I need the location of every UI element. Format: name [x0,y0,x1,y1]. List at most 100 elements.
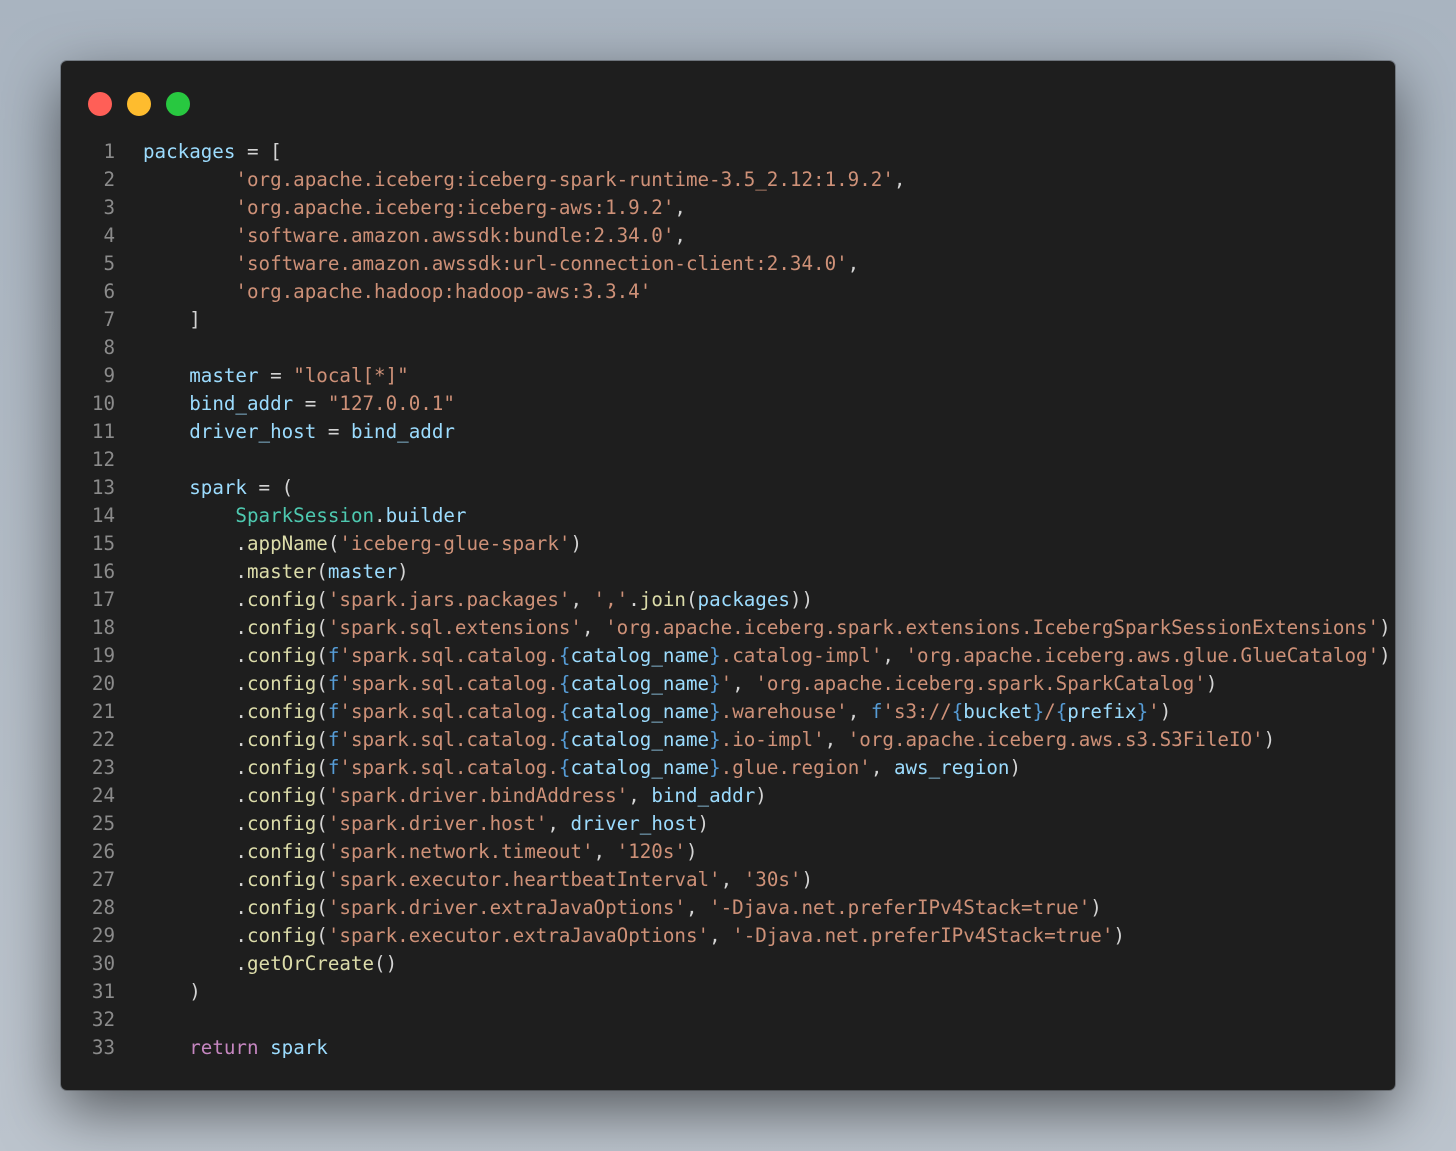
code-token: config [246,868,317,891]
line-number: 15 [91,532,115,555]
line-number: 14 [91,504,115,527]
code-line: 5 'software.amazon.awssdk:url-connection… [61,250,1395,278]
code-token: '30s' [743,868,802,891]
code-token: / [1044,700,1056,723]
code-token: "local[*]" [293,364,409,387]
code-token: )) [789,588,814,611]
line-number: 21 [91,700,115,723]
code-token: . [143,700,247,723]
code-line: 18 .config('spark.sql.extensions', 'org.… [61,614,1395,642]
maximize-window-button[interactable] [166,92,190,116]
code-token: '-Djava.net.preferIPv4Stack=true' [732,924,1114,947]
code-token: bind_addr [651,784,756,807]
code-token: 'spark.sql.catalog. [339,672,559,695]
code-token: 'spark.driver.extraJavaOptions' [327,896,686,919]
line-number: 26 [91,840,115,863]
code-token: "127.0.0.1" [327,392,455,415]
code-line: 17 .config('spark.jars.packages', ','.jo… [61,586,1395,614]
code-line: 10 bind_addr = "127.0.0.1" [61,390,1395,418]
code-token: '120s' [616,840,686,863]
code-token: bucket [963,700,1033,723]
code-text: 'org.apache.hadoop:hadoop-aws:3.3.4' [143,278,651,306]
code-token: ',' [593,588,629,611]
code-text: ] [143,306,201,334]
code-text: spark = ( [143,474,293,502]
line-number: 4 [103,224,115,247]
code-token: .io-impl' [720,728,825,751]
code-token: ) [1090,896,1102,919]
code-editor[interactable]: 1 packages = [2 'org.apache.iceberg:icebe… [61,138,1395,1062]
code-token: = [293,392,328,415]
code-line: 32 [61,1006,1395,1034]
code-token: '-Djava.net.preferIPv4Stack=true' [709,896,1091,919]
code-token: . [628,588,640,611]
code-line: 25 .config('spark.driver.host', driver_h… [61,810,1395,838]
code-token: .catalog-impl' [720,644,883,667]
code-text: .appName('iceberg-glue-spark') [143,530,582,558]
code-token: 'spark.jars.packages' [327,588,571,611]
code-token: . [143,784,247,807]
code-token: . [143,728,247,751]
code-token: . [143,532,247,555]
code-token: bind_addr [189,392,294,415]
line-number: 32 [91,1008,115,1031]
code-token: = [235,140,271,163]
line-number: 28 [91,896,115,919]
code-token: f [327,728,340,751]
code-token: 'spark.driver.host' [327,812,548,835]
code-line: 13 spark = ( [61,474,1395,502]
line-number: 9 [103,364,115,387]
code-token: config [246,700,317,723]
code-line: 1 packages = [ [61,138,1395,166]
code-token: ) [1379,644,1391,667]
code-token: .glue.region' [720,756,871,779]
code-token: , [685,896,710,919]
code-token: config [246,588,317,611]
code-token: ) [1379,616,1391,639]
code-text: .config('spark.driver.host', driver_host… [143,810,709,838]
code-token: 'spark.sql.catalog. [339,728,559,751]
code-text: return spark [143,1034,328,1062]
code-token: aws_region [893,756,1010,779]
code-text: ) [143,978,201,1006]
code-token: . [143,952,247,975]
code-token: , [709,924,733,947]
line-number: 31 [91,980,115,1003]
line-number: 25 [91,812,115,835]
code-token: ( [316,896,328,919]
code-text: packages = [ [143,138,282,166]
code-token: [ [270,140,282,163]
code-token: ( [316,812,328,835]
code-line: 30 .getOrCreate() [61,950,1395,978]
code-line: 12 [61,446,1395,474]
code-token: ) [1205,672,1218,695]
code-token: SparkSession [235,504,375,527]
code-line: 6 'org.apache.hadoop:hadoop-aws:3.3.4' [61,278,1395,306]
code-token: 'spark.network.timeout' [327,840,594,863]
code-token: } [709,728,721,751]
code-line: 8 [61,334,1395,362]
code-token: ( [327,532,340,555]
code-token: config [246,896,317,919]
code-token: ' [720,672,733,695]
code-token: . [143,840,247,863]
code-token: 'spark.driver.bindAddress' [327,784,629,807]
code-token: ) [397,560,409,583]
code-token: ( [316,756,328,779]
code-text: .config(f'spark.sql.catalog.{catalog_nam… [143,754,1021,782]
code-token: master [327,560,398,583]
line-number: 19 [91,644,115,667]
code-token: ( [316,700,328,723]
code-token: ( [316,588,328,611]
code-token: f [327,756,340,779]
line-number: 17 [91,588,115,611]
code-token: ) [1113,924,1125,947]
close-window-button[interactable] [88,92,112,116]
code-text: .config('spark.sql.extensions', 'org.apa… [143,614,1391,642]
code-token: config [246,756,317,779]
minimize-window-button[interactable] [127,92,151,116]
code-line: 7 ] [61,306,1395,334]
code-text: .config(f'spark.sql.catalog.{catalog_nam… [143,698,1171,726]
